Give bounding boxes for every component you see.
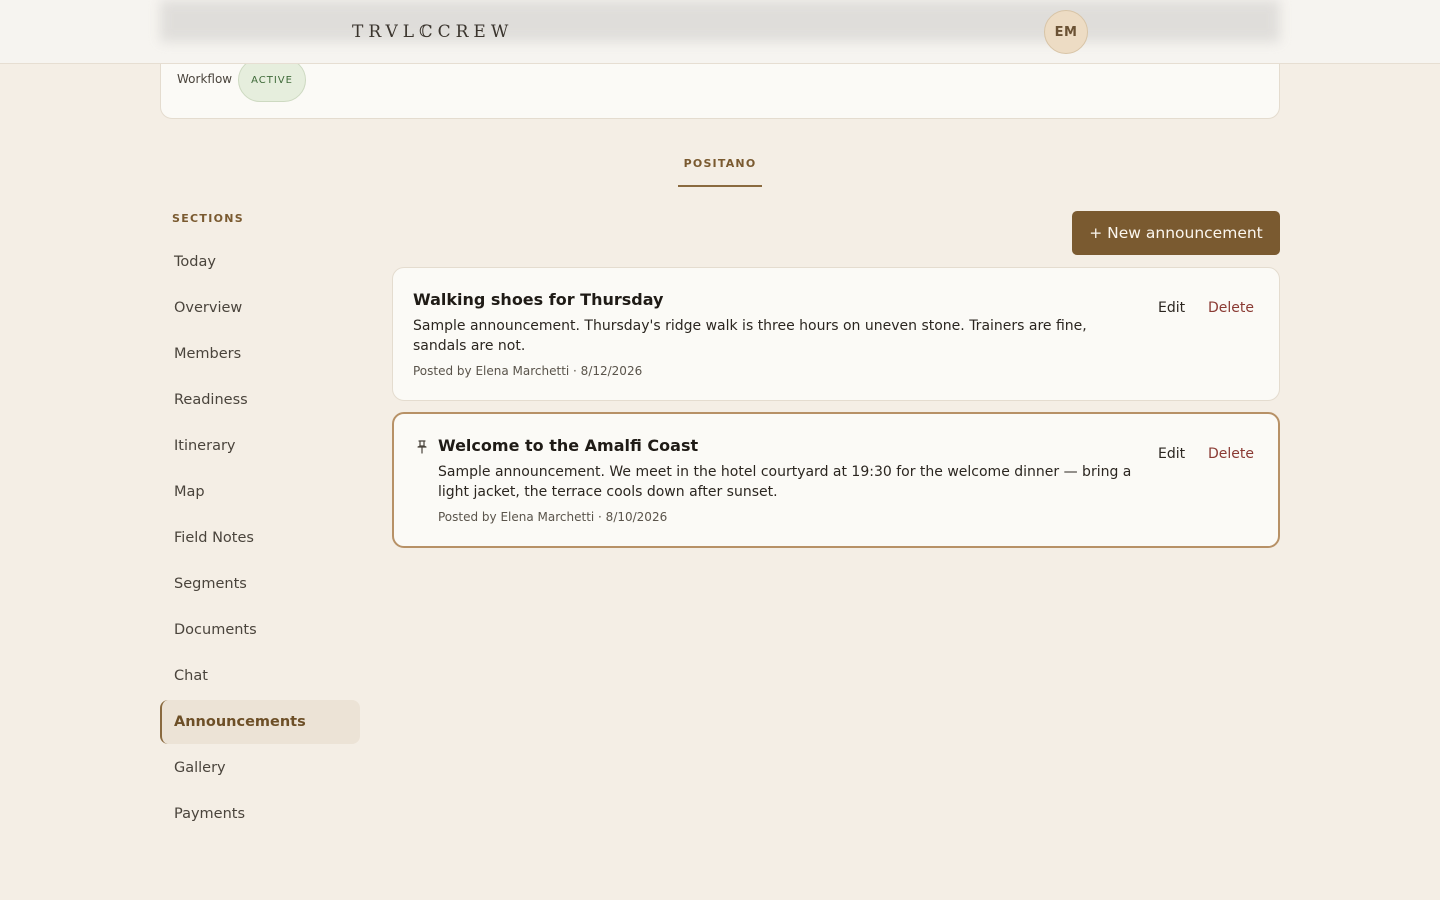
workflow-label: Workflow: [177, 72, 233, 86]
header-backdrop: [160, 0, 1280, 42]
sidebar-item-map[interactable]: Map: [160, 470, 360, 514]
announcement-meta: Posted by Elena Marchetti · 8/10/2026: [438, 510, 668, 524]
new-announcement-button[interactable]: + New announcement: [1072, 211, 1280, 255]
sidebar-item-overview[interactable]: Overview: [160, 286, 360, 330]
announcement-card-pinned: Welcome to the Amalfi Coast Sample annou…: [392, 412, 1280, 548]
tab-positano[interactable]: POSITANO: [678, 150, 762, 187]
announcement-card: Walking shoes for Thursday Sample announ…: [392, 267, 1280, 401]
status-badge: ACTIVE: [238, 58, 306, 102]
delete-button[interactable]: Delete: [1208, 446, 1254, 462]
sidebar-item-documents[interactable]: Documents: [160, 608, 360, 652]
sidebar-item-payments[interactable]: Payments: [160, 792, 360, 836]
sidebar-item-field-notes[interactable]: Field Notes: [160, 516, 360, 560]
sidebar-item-itinerary[interactable]: Itinerary: [160, 424, 360, 468]
sidebar-item-gallery[interactable]: Gallery: [160, 746, 360, 790]
sidebar-item-announcements[interactable]: Announcements: [160, 700, 360, 744]
announcement-body: Sample announcement. Thursday's ridge wa…: [413, 318, 1087, 354]
top-header: TRVLℂCREW EM: [0, 0, 1440, 64]
edit-button[interactable]: Edit: [1158, 446, 1185, 462]
sidebar-item-segments[interactable]: Segments: [160, 562, 360, 606]
announcement-body: Sample announcement. We meet in the hote…: [438, 464, 1132, 500]
announcement-meta: Posted by Elena Marchetti · 8/12/2026: [413, 364, 643, 378]
sidebar-item-today[interactable]: Today: [160, 240, 360, 284]
pin-icon: [417, 440, 427, 454]
sidebar-item-members[interactable]: Members: [160, 332, 360, 376]
sidebar-item-chat[interactable]: Chat: [160, 654, 360, 698]
sidebar-heading: SECTIONS: [172, 212, 244, 225]
sidebar-item-readiness[interactable]: Readiness: [160, 378, 360, 422]
sidebar-nav: Today Overview Members Readiness Itinera…: [160, 240, 360, 838]
brand-logo[interactable]: TRVLℂCREW: [352, 20, 513, 44]
delete-button[interactable]: Delete: [1208, 300, 1254, 316]
announcement-title: Walking shoes for Thursday: [413, 290, 664, 309]
announcement-title: Welcome to the Amalfi Coast: [438, 436, 699, 455]
user-avatar[interactable]: EM: [1044, 10, 1088, 54]
edit-button[interactable]: Edit: [1158, 300, 1185, 316]
